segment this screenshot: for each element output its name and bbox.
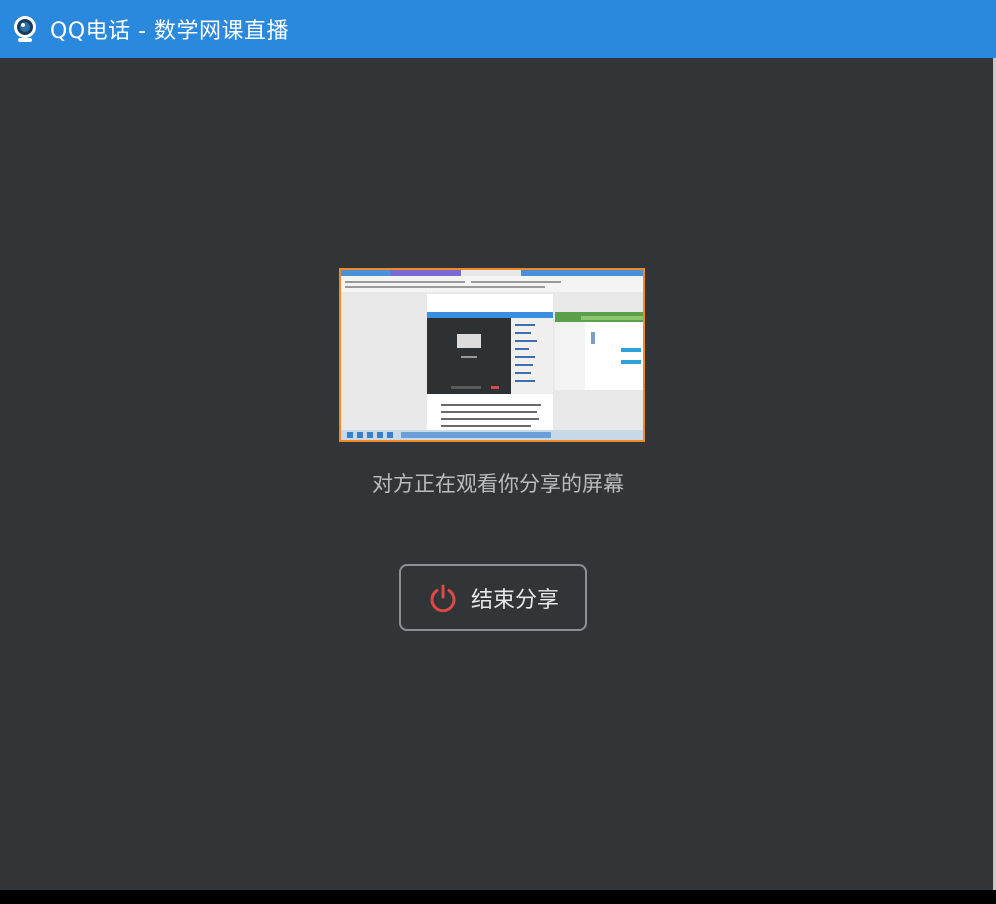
end-share-label: 结束分享	[470, 587, 559, 613]
bottom-edge	[0, 890, 996, 904]
shared-screen-preview	[339, 268, 645, 442]
qq-call-window: QQ电话 - 数学网课直播 对方正在观看你分享的屏幕 结束分享	[0, 0, 996, 890]
power-icon	[427, 582, 459, 614]
qq-camera-icon	[10, 14, 40, 44]
title-bar[interactable]: QQ电话 - 数学网课直播	[0, 0, 996, 58]
window-title: QQ电话 - 数学网课直播	[50, 19, 290, 44]
sharing-status-text: 对方正在观看你分享的屏幕	[372, 472, 624, 496]
end-share-button[interactable]: 结束分享	[399, 564, 587, 631]
